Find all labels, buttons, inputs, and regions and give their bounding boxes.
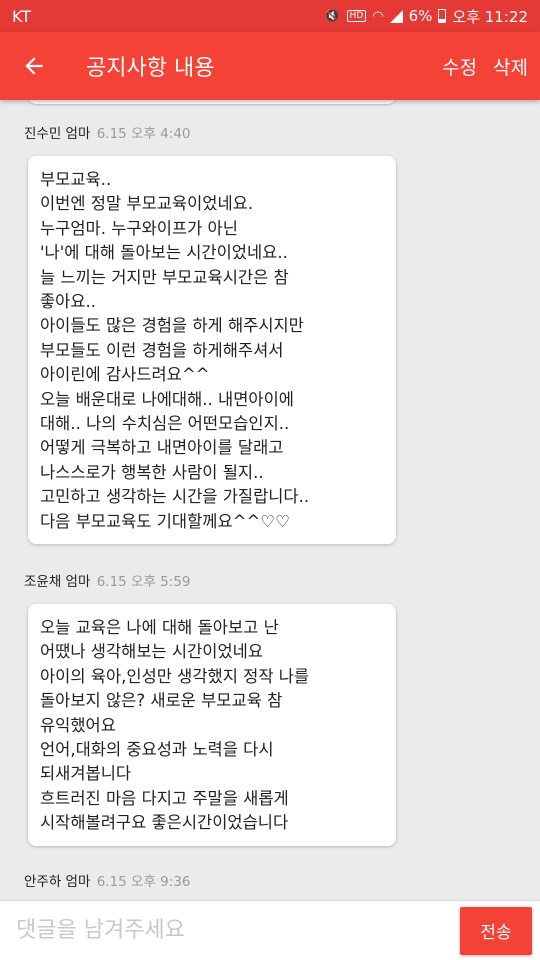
hd-icon: HD — [346, 10, 367, 22]
app-actions: 수정 삭제 — [442, 53, 528, 80]
wifi-icon: ◠ — [372, 8, 384, 24]
comment-input[interactable] — [0, 900, 460, 960]
app-bar: 공지사항 내용 수정 삭제 — [0, 32, 540, 100]
comment-meta: 진수민 엄마 6.15 오후 4:40 — [24, 122, 191, 142]
back-arrow-svg — [25, 57, 43, 75]
status-bar: KT 🔇 HD ◠ 6% 오후 11:22 — [0, 0, 540, 32]
comment-time: 6.15 오후 4:40 — [96, 126, 191, 142]
previous-comment-bubble — [28, 100, 396, 104]
send-button[interactable]: 전송 — [460, 906, 532, 955]
comment-time: 6.15 오후 9:36 — [96, 874, 191, 890]
comment-list[interactable]: 진수민 엄마 6.15 오후 4:40 부모교육.. 이번엔 정말 부모교육이었… — [0, 100, 540, 900]
comment-meta: 안주하 엄마 6.15 오후 9:36 — [24, 870, 191, 890]
back-arrow-icon[interactable] — [0, 32, 68, 100]
comment-author: 안주하 엄마 — [24, 874, 91, 890]
delete-button[interactable]: 삭제 — [493, 53, 528, 80]
edit-button[interactable]: 수정 — [442, 53, 477, 80]
comment-bubble: 부모교육.. 이번엔 정말 부모교육이었네요. 누구엄마. 누구와이프가 아닌 … — [28, 156, 396, 545]
comment-author: 진수민 엄마 — [24, 126, 91, 142]
comment-input-bar: 전송 — [0, 900, 540, 960]
mute-icon: 🔇 — [324, 8, 341, 24]
carrier-label: KT — [12, 6, 32, 26]
clock: 오후 11:22 — [452, 7, 528, 26]
comment-author: 조윤채 엄마 — [24, 574, 91, 590]
signal-icon — [389, 9, 403, 23]
page-title: 공지사항 내용 — [86, 56, 215, 81]
status-icons: 🔇 HD ◠ 6% 오후 11:22 — [324, 6, 528, 27]
battery-percent: 6% — [408, 7, 433, 25]
comment-time: 6.15 오후 5:59 — [96, 574, 191, 590]
comment-meta: 조윤채 엄마 6.15 오후 5:59 — [24, 570, 191, 590]
battery-icon — [438, 9, 447, 23]
comment-bubble: 오늘 교육은 나에 대해 돌아보고 난 어땠나 생각해보는 시간이었네요 아이의… — [28, 604, 396, 846]
